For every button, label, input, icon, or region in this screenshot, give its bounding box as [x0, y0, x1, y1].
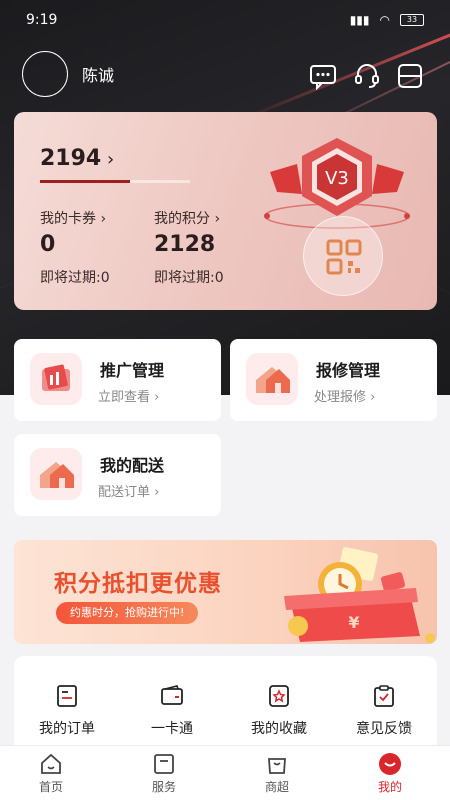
tab-label: 我的: [377, 780, 402, 794]
member-qr-code[interactable]: [303, 216, 383, 296]
services-panel: 我的订单 一卡通 我的收藏 意见反馈: [14, 656, 437, 756]
member-card: 2194 › 我的卡券 › 0 即将过期:0 我的积分 › 2128 即将过期:…: [14, 112, 437, 310]
tile-title: 我的配送: [100, 456, 165, 475]
service-label: 一卡通: [151, 721, 193, 737]
delivery-house-icon: [30, 448, 82, 500]
profile-icon: [379, 753, 401, 775]
growth-progress-bar: [40, 180, 190, 183]
points-value[interactable]: 2128: [154, 232, 215, 257]
status-icons: ▮▮▮ ◠ 33: [350, 13, 424, 27]
message-icon[interactable]: [309, 62, 337, 90]
tile-title: 报修管理: [316, 361, 381, 380]
avatar[interactable]: [22, 51, 68, 97]
tile-subtitle: 处理报修 ›: [314, 390, 376, 405]
order-icon: [57, 685, 77, 707]
svg-text:¥: ¥: [348, 613, 359, 632]
user-name[interactable]: 陈诚: [82, 62, 114, 86]
status-bar: 9:19 ▮▮▮ ◠ 33: [0, 0, 450, 40]
service-my-orders[interactable]: 我的订单: [17, 684, 117, 738]
repair-house-icon: [246, 353, 298, 405]
shop-icon: [268, 758, 286, 774]
scan-icon[interactable]: [396, 62, 424, 90]
signal-icon: ▮▮▮: [349, 13, 370, 27]
favorite-icon: [269, 685, 289, 707]
customer-service-icon[interactable]: [353, 62, 381, 90]
tile-promotion-management[interactable]: 推广管理 立即查看 ›: [14, 339, 221, 421]
banner-subtitle: 约惠时分，抢购进行中!: [56, 602, 199, 624]
coupons-expiring: 即将过期:0: [40, 270, 110, 286]
battery-icon: 33: [400, 14, 424, 26]
wifi-icon: ◠: [379, 13, 390, 27]
tab-label: 首页: [38, 780, 63, 794]
coupons-value[interactable]: 0: [40, 232, 55, 257]
promotion-icon: [30, 353, 82, 405]
tile-subtitle: 配送订单 ›: [98, 485, 160, 500]
tile-repair-management[interactable]: 报修管理 处理报修 ›: [230, 339, 437, 421]
coupons-label[interactable]: 我的卡券 ›: [40, 208, 106, 228]
service-label: 我的收藏: [251, 721, 307, 737]
growth-value[interactable]: 2194 ›: [40, 146, 114, 171]
points-label[interactable]: 我的积分 ›: [154, 208, 220, 228]
card-icon: [161, 685, 183, 705]
tile-subtitle: 立即查看 ›: [98, 390, 160, 405]
status-time: 9:19: [26, 12, 58, 28]
tab-shop[interactable]: 商超: [247, 752, 307, 795]
tab-label: 商超: [264, 780, 289, 794]
tab-profile[interactable]: 我的: [360, 752, 420, 795]
banner-title: 积分抵扣更优惠: [54, 571, 222, 597]
service-one-card[interactable]: 一卡通: [122, 684, 222, 738]
service-my-favorites[interactable]: 我的收藏: [229, 684, 329, 738]
feedback-icon: [374, 685, 394, 707]
tab-service[interactable]: 服务: [134, 752, 194, 795]
service-icon: [154, 754, 174, 774]
service-label: 意见反馈: [356, 721, 412, 737]
points-expiring: 即将过期:0: [154, 270, 224, 286]
bottom-tab-bar: 首页 服务 商超 我的: [0, 745, 450, 800]
gift-box-icon: ¥: [284, 547, 435, 643]
svg-text:V3: V3: [325, 168, 349, 189]
tab-label: 服务: [151, 780, 176, 794]
tab-home[interactable]: 首页: [21, 752, 81, 795]
tile-title: 推广管理: [100, 361, 165, 380]
service-label: 我的订单: [39, 721, 95, 737]
tile-my-delivery[interactable]: 我的配送 配送订单 ›: [14, 434, 221, 516]
home-icon: [41, 753, 61, 774]
qr-code-icon: [326, 239, 362, 275]
points-promo-banner[interactable]: 积分抵扣更优惠 约惠时分，抢购进行中! ¥: [14, 540, 437, 644]
service-feedback[interactable]: 意见反馈: [334, 684, 434, 738]
